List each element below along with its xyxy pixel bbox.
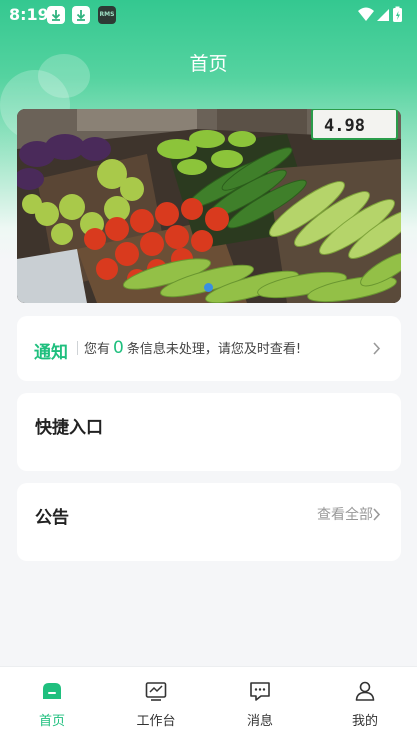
tab-label: 消息 [246,714,273,729]
home-screen: 8:19 RMS 首页 4.98 通知 您有 0 条信息未处理，请您及时查看! … [0,0,417,741]
page-title: 首页 [189,53,228,75]
message-icon [248,679,272,703]
tab-workbench[interactable]: 工作台 [104,667,208,741]
user-icon [353,679,377,703]
signal-icon [377,9,389,21]
notice-message: 您有 0 条信息未处理，请您及时查看! [84,338,301,358]
download-icon [72,6,90,24]
announcement-card: 公告 查看全部 [17,483,401,561]
tab-home[interactable]: 首页 [0,667,104,741]
quick-entry-card: 快捷入口 [17,393,401,471]
notice-prefix: 您有 [84,342,111,357]
wifi-icon [358,7,374,21]
banner-carousel[interactable]: 4.98 [17,109,401,303]
tab-label: 首页 [38,714,65,729]
unread-count: 0 [113,338,124,358]
tab-mine[interactable]: 我的 [313,667,417,741]
vegetable-banner-image: 4.98 [17,109,401,303]
notice-label: 通知 [34,343,68,363]
announcement-title: 公告 [35,508,69,528]
status-bar: 8:19 RMS [0,0,417,28]
status-time: 8:19 [9,5,49,24]
notice-suffix: 条信息未处理，请您及时查看! [126,342,302,357]
notification-card[interactable]: 通知 您有 0 条信息未处理，请您及时查看! [17,316,401,381]
tab-label: 我的 [351,714,378,729]
divider [77,341,78,355]
chevron-right-icon[interactable] [372,507,381,526]
tab-messages[interactable]: 消息 [208,667,312,741]
status-indicators [357,5,405,27]
price-tag: 4.98 [324,116,365,136]
download-icon [47,6,65,24]
workbench-icon [144,679,168,703]
bottom-tab-bar: 首页 工作台 消息 我的 [0,666,417,741]
carousel-indicator-dot[interactable] [204,283,213,292]
quick-entry-title: 快捷入口 [35,418,103,438]
tab-label: 工作台 [136,714,176,729]
rms-app-icon: RMS [98,6,116,24]
home-icon [40,679,64,703]
view-all-link[interactable]: 查看全部 [317,504,373,524]
chevron-right-icon[interactable] [372,341,381,360]
